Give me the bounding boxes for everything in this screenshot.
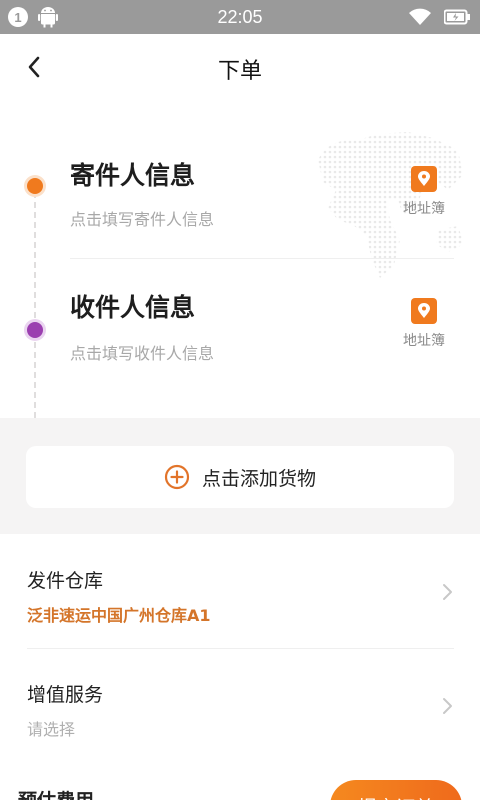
value-added-title: 增值服务 [27,684,104,706]
sender-title[interactable]: 寄件人信息 [70,156,195,192]
submit-order-button[interactable]: 提交订单 [330,780,462,800]
add-goods-label: 点击添加货物 [201,467,316,490]
receiver-address-book-button[interactable]: 地址簿 [394,298,454,350]
status-bar: 1 22:05 [0,0,480,34]
plus-circle-icon [164,464,190,490]
battery-icon [444,9,470,25]
receiver-dot [27,322,43,338]
receiver-title[interactable]: 收件人信息 [70,288,195,324]
value-added-value[interactable]: 请选择 [27,716,75,740]
chevron-right-icon[interactable] [440,582,454,602]
wifi-icon [409,8,431,25]
page-title: 下单 [217,59,262,84]
warehouse-title: 发件仓库 [27,570,104,592]
chevron-right-icon[interactable] [440,696,454,716]
contact-card: 寄件人信息 点击填写寄件人信息 地址簿 收件人信息 点击填写收件人信息 地址簿 [0,100,480,418]
location-pin-icon [411,298,437,324]
nav-bar: 下单 [0,34,480,100]
sender-dot [27,178,43,194]
receiver-address-book-label: 地址簿 [403,333,445,349]
bottom-bar: 预估费用 提交订单 [0,776,480,800]
service-card: 发件仓库 泛非速运中国广州仓库A1 增值服务 请选择 [0,534,480,800]
receiver-subtitle[interactable]: 点击填写收件人信息 [70,340,214,364]
service-divider [27,648,454,649]
location-pin-icon [411,166,437,192]
add-goods-button[interactable]: 点击添加货物 [26,446,454,508]
contact-divider [70,258,454,259]
warehouse-value[interactable]: 泛非速运中国广州仓库A1 [27,602,211,626]
sender-address-book-button[interactable]: 地址簿 [394,166,454,218]
timeline-connector [34,192,36,418]
sender-subtitle[interactable]: 点击填写寄件人信息 [70,206,214,230]
estimate-label: 预估费用 [18,786,94,800]
sender-address-book-label: 地址簿 [403,201,445,217]
